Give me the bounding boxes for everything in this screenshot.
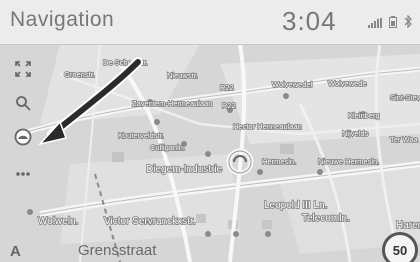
navigation-screen: De Schoolstr. Groenstr. Nieuwstr. R22 Wo… <box>0 0 420 262</box>
page-title: Navigation <box>10 8 115 31</box>
map-label: Diegem-Industrie <box>146 164 223 175</box>
map-label: Culliganln. <box>150 143 185 152</box>
map-label: De Schoolstr. <box>103 58 148 67</box>
expand-button[interactable] <box>8 58 38 84</box>
map-label: Hermesln. <box>262 157 296 166</box>
more-options-button[interactable] <box>8 160 38 186</box>
map-view[interactable]: De Schoolstr. Groenstr. Nieuwstr. R22 Wo… <box>0 44 420 262</box>
map-label: Victor Servranckxstr. <box>104 216 196 227</box>
search-icon <box>15 95 31 116</box>
orientation-button[interactable] <box>8 126 38 152</box>
map-label: Leopold III Ln. <box>264 200 327 211</box>
search-button[interactable] <box>8 92 38 118</box>
map-label: Nieuwe Hermesln. <box>318 157 379 166</box>
map-label: Wolvewede <box>328 79 367 88</box>
map-label: Haren <box>396 220 420 231</box>
map-label: Ter Waa <box>390 135 418 144</box>
battery-icon <box>389 15 397 33</box>
map-label: Nieuwstr. <box>167 71 198 80</box>
map-label: Groenstr. <box>64 70 95 79</box>
clock: 3:04 <box>282 6 337 36</box>
signal-bars-icon <box>368 15 382 33</box>
speed-limit-badge: 50 <box>382 232 418 262</box>
bluetooth-icon <box>404 14 412 33</box>
zone-letter: A <box>10 243 21 260</box>
map-toolbar <box>0 44 46 262</box>
map-label: Sint-Steve <box>390 93 420 102</box>
map-label: Hector Henneaulaan <box>233 122 302 131</box>
header-bar: Navigation 3:04 <box>0 0 420 45</box>
map-label: Kouterveldstr. <box>118 131 164 140</box>
map-label: Nijvelds <box>342 129 369 138</box>
map-label: R22 <box>222 101 236 110</box>
expand-icon <box>15 60 31 82</box>
more-options-icon <box>15 164 31 182</box>
map-canvas[interactable]: De Schoolstr. Groenstr. Nieuwstr. R22 Wo… <box>0 44 420 262</box>
map-label: Telecomln. <box>302 213 350 224</box>
current-street: Grensstraat <box>78 242 157 259</box>
map-label: Zaventem-Henneaulaan <box>132 99 212 108</box>
status-icons <box>368 14 412 33</box>
map-label: Kleinberg <box>348 111 380 120</box>
map-label: Wolvewedel <box>272 80 313 89</box>
orientation-icon <box>14 128 32 151</box>
bottom-bar: A Grensstraat 50 <box>0 232 420 262</box>
map-label: R22 <box>220 83 234 92</box>
